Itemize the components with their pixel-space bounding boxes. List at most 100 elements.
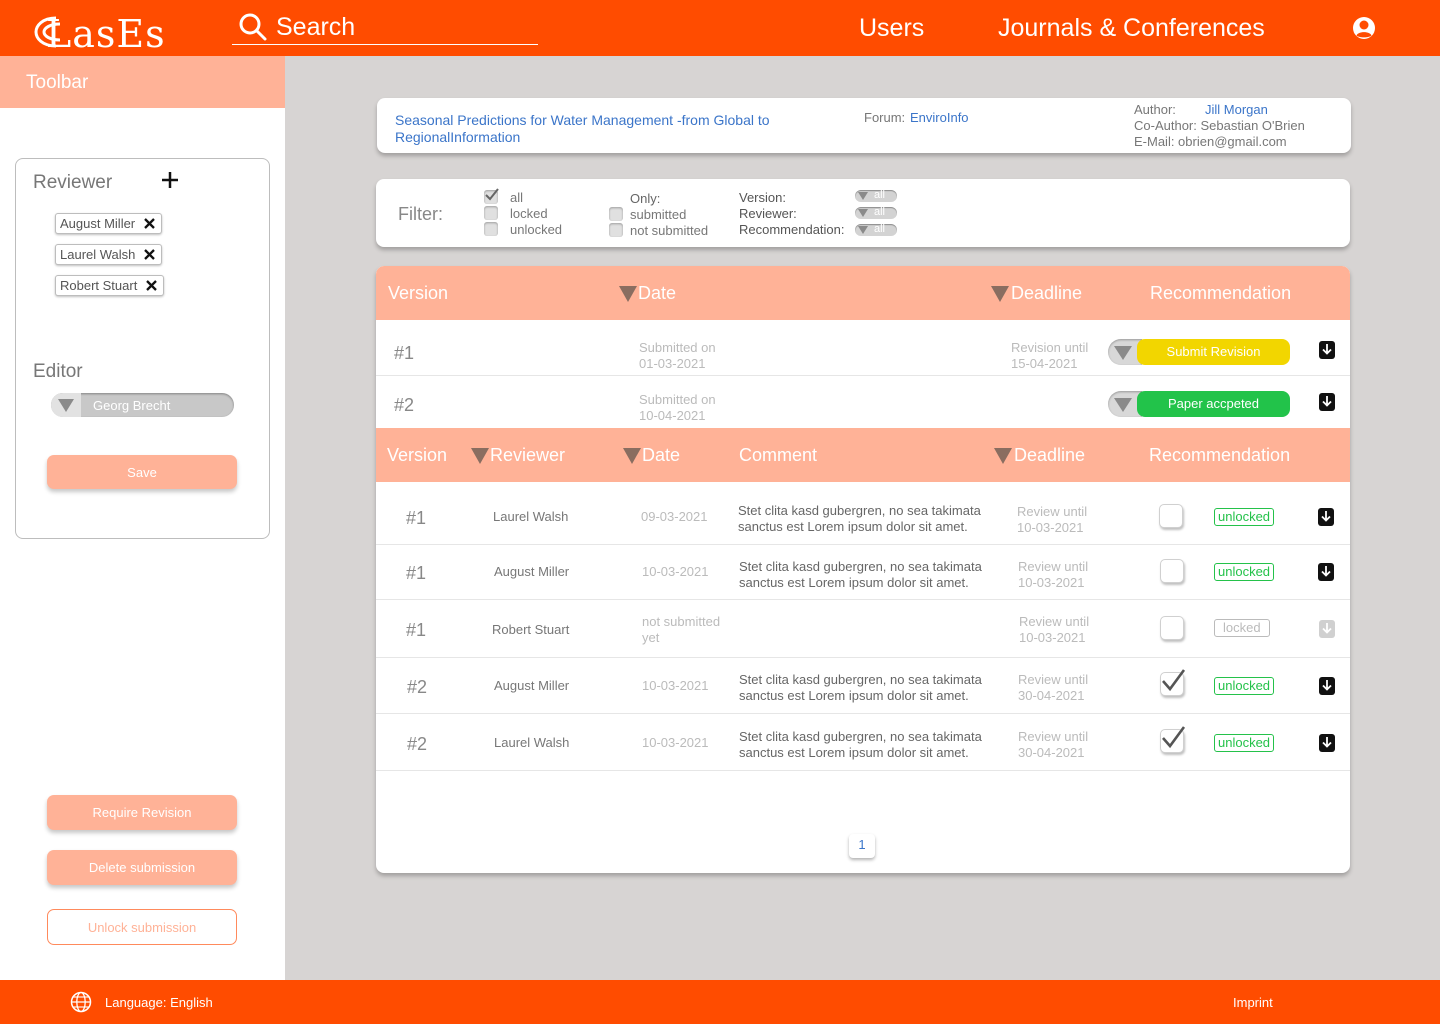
col-deadline[interactable]: Deadline [1014, 445, 1085, 466]
filter-reviewer-select[interactable]: all [855, 206, 897, 219]
remove-reviewer-icon[interactable] [143, 248, 156, 261]
filter-version-select[interactable]: all [855, 189, 897, 202]
review-deadline: 10-03-2021 [1018, 575, 1085, 590]
sort-deadline-icon[interactable] [991, 286, 1009, 302]
filter-version-label: Version: [739, 190, 786, 205]
search-bar[interactable] [232, 10, 538, 45]
review-approve-checkbox[interactable] [1160, 669, 1186, 696]
review-deadline: 10-03-2021 [1019, 630, 1086, 645]
submitted-label: Submitted on [639, 392, 716, 407]
lock-status-tag[interactable]: locked [1214, 619, 1270, 637]
remove-reviewer-icon[interactable] [143, 217, 156, 230]
logo-text: LasEs [46, 12, 166, 56]
col-reviewer[interactable]: Reviewer [490, 445, 565, 466]
sort-reviewer-icon[interactable] [471, 448, 489, 464]
search-icon[interactable] [238, 12, 268, 42]
revision-until-label: Revision until [1011, 340, 1089, 355]
dropdown-arrow-icon [58, 399, 74, 412]
review-row: #1 Robert Stuart not submitted yet Revie… [376, 600, 1350, 658]
app-logo[interactable]: LasEs [18, 6, 165, 56]
filter-reviewer-value: all [874, 206, 886, 218]
globe-icon[interactable] [70, 991, 92, 1013]
col-comment: Comment [739, 445, 818, 465]
col-version[interactable]: Version [388, 283, 448, 304]
nav-journals-conferences[interactable]: Journals & Conferences [998, 14, 1265, 43]
lock-status-tag[interactable]: unlocked [1214, 508, 1275, 526]
author-label: Author: [1134, 102, 1176, 117]
versions-table-header: Version Date Deadline Recommendation [376, 266, 1350, 320]
footer: Language: English Imprint [0, 980, 1440, 1024]
user-avatar-icon[interactable] [1352, 16, 1376, 40]
delete-submission-button[interactable]: Delete submission [47, 850, 237, 885]
imprint-link[interactable]: Imprint [1233, 995, 1273, 1010]
filter-recommendation-label: Recommendation: [739, 222, 845, 237]
sidebar: Toolbar Reviewer August Miller Laurel Wa… [0, 56, 285, 980]
download-icon[interactable] [1318, 676, 1336, 696]
email-text: E-Mail: obrien@gmail.com [1134, 134, 1287, 149]
download-icon[interactable] [1318, 733, 1336, 753]
col-date[interactable]: Date [642, 445, 680, 466]
filter-only-label: Only: [630, 191, 661, 206]
col-deadline[interactable]: Deadline [1011, 283, 1082, 304]
version-number: #1 [406, 508, 427, 528]
revision-deadline: 15-04-2021 [1011, 356, 1078, 371]
filter-recommendation-select[interactable]: all [855, 223, 897, 236]
review-comment-line2: sanctus est Lorem ipsum dolor sit amet. [739, 688, 969, 703]
paper-title-link[interactable]: Seasonal Predictions for Water Managemen… [395, 112, 825, 146]
lock-status-tag[interactable]: unlocked [1214, 677, 1275, 695]
filter-not-submitted-checkbox[interactable] [609, 223, 623, 237]
review-approve-checkbox[interactable] [1160, 726, 1186, 753]
editor-select-cap [51, 393, 81, 417]
review-approve-checkbox[interactable] [1160, 559, 1184, 583]
search-input[interactable] [276, 12, 526, 42]
filter-submitted-label: submitted [630, 207, 687, 222]
download-icon[interactable] [1317, 562, 1335, 582]
sort-deadline-icon[interactable] [994, 448, 1012, 464]
submit-revision-button[interactable]: Submit Revision [1137, 339, 1290, 365]
add-reviewer-icon[interactable] [161, 171, 179, 189]
filter-locked-label: locked [510, 206, 548, 221]
review-row: #1 Laurel Walsh 09-03-2021 Stet clita ka… [376, 488, 1350, 545]
filter-unlocked-checkbox[interactable] [484, 222, 498, 236]
nav-users[interactable]: Users [859, 14, 924, 43]
download-icon[interactable] [1318, 340, 1336, 360]
forum-link[interactable]: EnviroInfo [910, 110, 969, 125]
lock-status-tag[interactable]: unlocked [1214, 563, 1275, 581]
review-approve-checkbox[interactable] [1160, 616, 1184, 640]
filter-submitted-checkbox[interactable] [609, 207, 623, 221]
sort-date-icon[interactable] [619, 286, 637, 302]
save-button[interactable]: Save [47, 455, 237, 489]
review-approve-checkbox[interactable] [1159, 504, 1183, 528]
reviewer-chip: August Miller [55, 213, 163, 234]
review-deadline: 30-04-2021 [1018, 745, 1085, 760]
filter-all-checkbox[interactable] [484, 188, 499, 204]
review-date-line2: yet [642, 630, 660, 645]
submitted-date: 01-03-2021 [639, 356, 706, 371]
download-icon[interactable] [1317, 507, 1335, 527]
editor-select[interactable]: Georg Brecht [51, 393, 234, 417]
coauthor-text: Co-Author: Sebastian O'Brien [1134, 118, 1305, 133]
review-date: not submitted [642, 614, 721, 629]
download-icon[interactable] [1318, 392, 1336, 412]
review-comment-line1: Stet clita kasd gubergren, no sea takima… [739, 559, 982, 574]
sort-date-icon[interactable] [623, 448, 641, 464]
review-comment-line2: sanctus est Lorem ipsum dolor sit amet. [739, 745, 969, 760]
author-link[interactable]: Jill Morgan [1205, 102, 1268, 117]
unlock-submission-button[interactable]: Unlock submission [47, 909, 237, 945]
submissions-table-card: Version Date Deadline Recommendation #1 … [376, 266, 1350, 873]
require-revision-button[interactable]: Require Revision [47, 795, 237, 830]
language-selector[interactable]: Language: English [105, 995, 213, 1010]
review-comment-line1: Stet clita kasd gubergren, no sea takima… [738, 503, 981, 518]
dropdown-arrow-icon [1114, 398, 1132, 412]
review-deadline: 30-04-2021 [1018, 688, 1085, 703]
lock-status-tag[interactable]: unlocked [1214, 734, 1275, 752]
review-until-label: Review until [1018, 559, 1089, 574]
filter-locked-checkbox[interactable] [484, 206, 498, 220]
paper-accepted-button[interactable]: Paper accpeted [1137, 391, 1290, 417]
remove-reviewer-icon[interactable] [145, 279, 158, 292]
col-date[interactable]: Date [638, 283, 676, 304]
pagination-page-1[interactable]: 1 [849, 834, 875, 858]
reviewer-chip-label: Robert Stuart [60, 278, 138, 293]
review-date: 10-03-2021 [642, 735, 709, 750]
col-version[interactable]: Version [387, 445, 447, 466]
